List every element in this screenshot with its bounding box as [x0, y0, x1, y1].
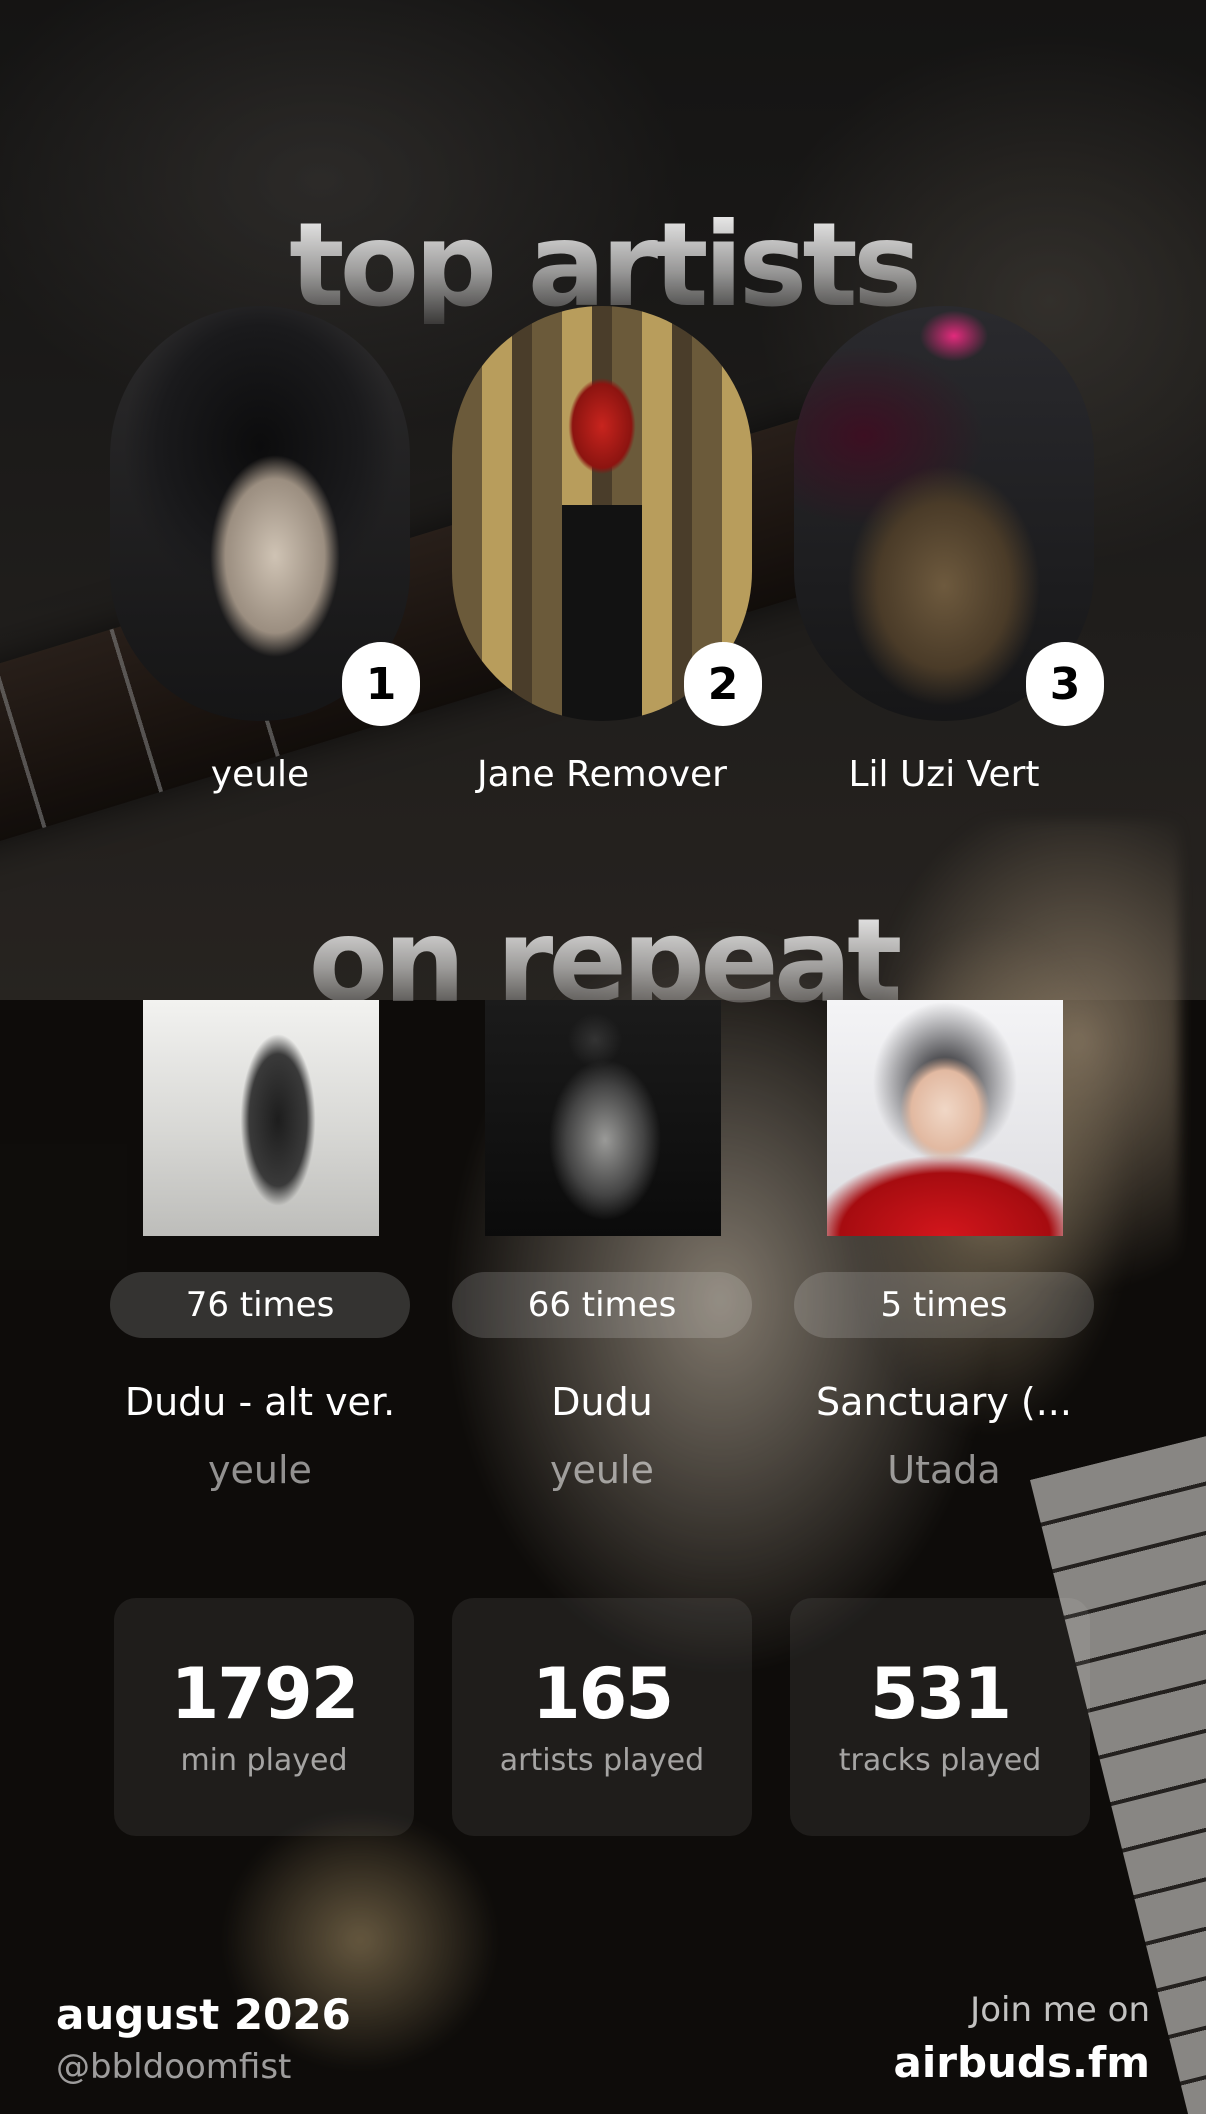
- rank-badge: 3: [1026, 642, 1104, 726]
- track-artist: yeule: [208, 1448, 312, 1492]
- track-title: Dudu - alt ver.: [124, 1380, 396, 1424]
- stat-label: artists played: [499, 1743, 705, 1778]
- album-cover: [143, 1000, 379, 1236]
- track-title: Dudu: [551, 1380, 653, 1424]
- footer-left: august 2026 @bbldoomfist: [56, 1990, 351, 2087]
- join-cta-text: Join me on: [970, 1990, 1150, 2030]
- track-artist: yeule: [550, 1448, 654, 1492]
- stat-value: 165: [531, 1653, 674, 1735]
- airbuds-link[interactable]: airbuds.fm: [894, 2038, 1150, 2087]
- artist-name: Jane Remover: [477, 754, 727, 795]
- play-count-pill: 66 times: [452, 1272, 752, 1338]
- artist-name: Lil Uzi Vert: [848, 754, 1040, 795]
- stat-card-artists: 165 artists played: [452, 1598, 752, 1836]
- play-count-pill: 5 times: [794, 1272, 1094, 1338]
- stats-row: 1792 min played 165 artists played 531 t…: [0, 1598, 1206, 1838]
- period-label: august 2026: [56, 1990, 351, 2039]
- stat-card-minutes: 1792 min played: [114, 1598, 414, 1836]
- artist-name: yeule: [210, 754, 310, 795]
- track-artist: Utada: [887, 1448, 1001, 1492]
- on-repeat-list: 76 times Dudu - alt ver. yeule 66 times …: [0, 1000, 1206, 1500]
- track-title: Sanctuary (...: [816, 1380, 1072, 1424]
- footer-right: Join me on airbuds.fm: [894, 1990, 1150, 2087]
- stat-value: 531: [869, 1653, 1012, 1735]
- stat-card-tracks: 531 tracks played: [790, 1598, 1090, 1836]
- stat-label: tracks played: [838, 1743, 1042, 1778]
- user-handle[interactable]: @bbldoomfist: [56, 2047, 351, 2087]
- play-count-pill: 76 times: [110, 1272, 410, 1338]
- rank-badge: 2: [684, 642, 762, 726]
- album-cover: [485, 1000, 721, 1236]
- rank-badge: 1: [342, 642, 420, 726]
- album-cover: [827, 1000, 1063, 1236]
- top-artists-list: 1 yeule 2 Jane Remover 3 Lil Uzi Vert: [0, 306, 1206, 826]
- stat-label: min played: [180, 1743, 348, 1778]
- stat-value: 1792: [170, 1653, 360, 1735]
